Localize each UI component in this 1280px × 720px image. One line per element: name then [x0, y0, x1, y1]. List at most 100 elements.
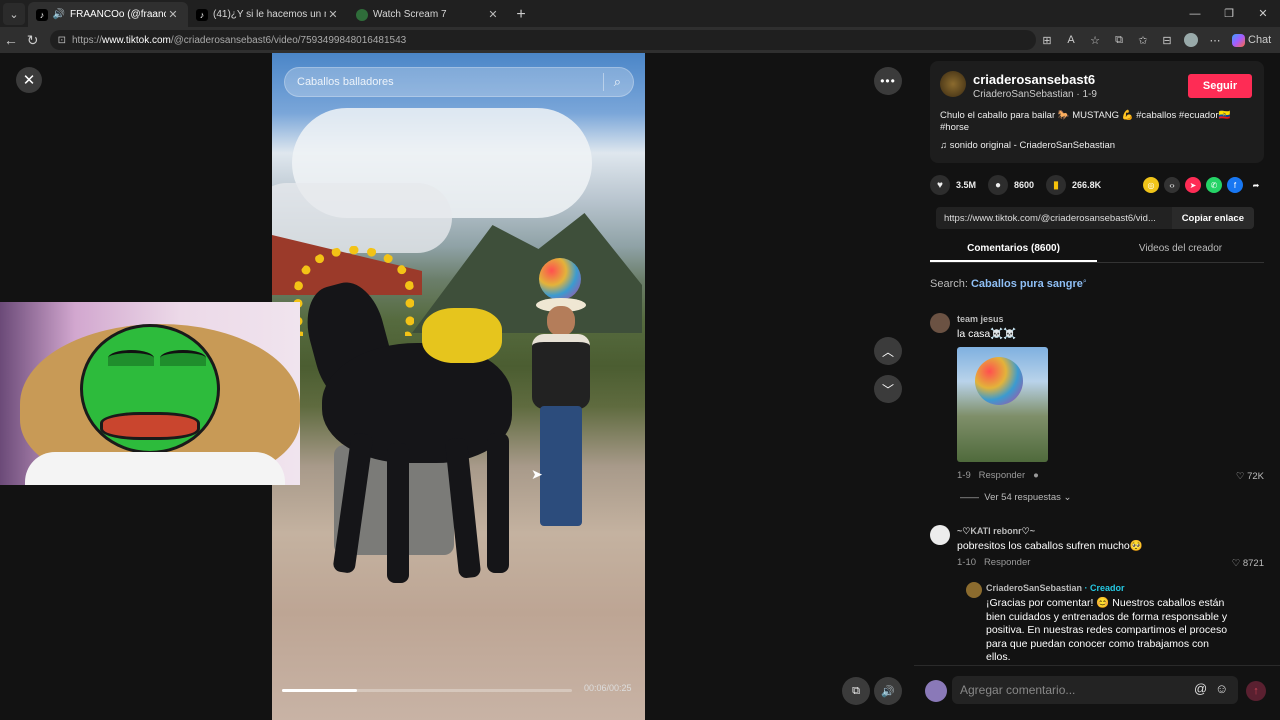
tab-creator-videos[interactable]: Videos del creador — [1097, 237, 1264, 262]
video-description: Chulo el caballo para bailar 🐎 MUSTANG 💪… — [940, 110, 1231, 133]
reply-username[interactable]: CriaderoSanSebastian · Creador — [986, 583, 1125, 593]
comment-button[interactable]: ● 8600 — [988, 175, 1034, 195]
like-button[interactable]: ♥ 3.5M — [930, 175, 976, 195]
share-icons: ◎ ‹› ➤ ✆ f ➦ — [1143, 177, 1264, 193]
send-button[interactable]: ↑ — [1246, 681, 1266, 701]
reply-user: CriaderoSanSebastian — [986, 583, 1083, 593]
video-progress-fill — [282, 689, 358, 692]
coin-icon[interactable]: ◎ — [1143, 177, 1159, 193]
volume-icon[interactable]: 🔊 — [874, 677, 902, 705]
browser-tab-2[interactable]: ♪ (41)¿Y si le hacemos un manga? P ✕ — [188, 2, 348, 27]
close-icon[interactable]: ✕ — [486, 8, 500, 21]
favorites-icon[interactable]: ✩ — [1132, 34, 1154, 47]
send-icon[interactable]: ➤ — [1185, 177, 1201, 193]
mention-icon[interactable]: @ — [1194, 681, 1207, 696]
close-video-button[interactable]: ✕ — [16, 67, 42, 93]
extensions-icon[interactable]: ⧉ — [1108, 34, 1130, 47]
streamer-overlay — [0, 302, 300, 485]
reply-text: ¡Gracias por comentar! 😊 Nuestros caball… — [986, 597, 1228, 663]
back-button[interactable]: ← — [0, 32, 22, 48]
follow-button[interactable]: Seguir — [1188, 74, 1252, 98]
more-options-button[interactable]: ••• — [874, 67, 902, 95]
tab-actions-button[interactable]: ⌄ — [3, 3, 25, 25]
video-search-input[interactable]: Caballos balladores ⌕ — [284, 67, 634, 97]
comment-date: 1-10 — [957, 557, 977, 568]
browser-tab-3[interactable]: Watch Scream 7 ✕ — [348, 2, 508, 27]
chevron-down-icon: ⌄ — [1063, 492, 1072, 503]
comment-like-button[interactable]: ♡ 8721 — [1232, 558, 1264, 569]
copy-link-button[interactable]: Copiar enlace — [1171, 207, 1254, 229]
comment-text: la casa☠️☠️ — [957, 328, 1017, 340]
browser-toolbar: ← ↻ ⊡ https://www.tiktok.com/@criaderosa… — [0, 27, 1280, 53]
save-button[interactable]: ▮ 266.8K — [1046, 175, 1101, 195]
engagement-bar: ♥ 3.5M ● 8600 ▮ 266.8K ◎ ‹› ➤ ✆ f ➦ — [930, 174, 1264, 196]
search-icon[interactable]: ⌕ — [614, 74, 621, 90]
panel-tabs: Comentarios (8600) Videos del creador — [930, 237, 1264, 263]
avatar[interactable] — [966, 582, 982, 598]
profile-avatar[interactable] — [1184, 33, 1198, 47]
view-replies-label: Ver 54 respuestas — [984, 492, 1061, 503]
creator-display: CriaderoSanSebastian · 1-9 — [973, 89, 1097, 100]
collections-icon[interactable]: ⊟ — [1156, 34, 1178, 47]
video-frame[interactable]: Caballos balladores ⌕ 00:06/00:25 — [272, 53, 645, 720]
avatar[interactable] — [930, 525, 950, 545]
video-info-card: criaderosansebast6 CriaderoSanSebastian … — [930, 61, 1264, 163]
search-suggestion[interactable]: Search: Caballos pura sangre⌕ — [930, 278, 1087, 290]
creator-username[interactable]: criaderosansebast6 — [973, 72, 1095, 87]
minimize-button[interactable]: — — [1178, 0, 1212, 27]
more-icon[interactable]: ⋯ — [1204, 34, 1226, 47]
next-video-button[interactable]: ﹀ — [874, 375, 902, 403]
close-icon[interactable]: ✕ — [166, 8, 180, 21]
new-tab-button[interactable]: + — [508, 2, 534, 27]
video-player-area: ✕ Caballos balladores ⌕ 00:06/00:25 ••• … — [0, 53, 914, 720]
tab-comments[interactable]: Comentarios (8600) — [930, 237, 1097, 262]
view-replies-button[interactable]: —— Ver 54 respuestas ⌄ — [960, 492, 1071, 503]
close-icon[interactable]: ✕ — [326, 8, 340, 21]
avatar[interactable] — [940, 71, 966, 97]
video-link[interactable]: https://www.tiktok.com/@criaderosansebas… — [936, 213, 1172, 224]
speaker-icon: 🔊 — [52, 9, 66, 20]
share-icon[interactable]: ➦ — [1248, 177, 1264, 193]
emoji-icon[interactable]: ☺ — [1215, 681, 1228, 696]
bookmark-icon: ▮ — [1046, 175, 1067, 195]
url-prefix: https:// — [71, 34, 102, 46]
comment-username[interactable]: ~♡KATI rebonr♡~ — [957, 526, 1035, 537]
video-person — [530, 298, 592, 528]
reply-button[interactable]: Responder — [984, 557, 1030, 568]
comment-meta: 1-10 Responder — [957, 557, 1030, 568]
sound-link[interactable]: ♫ sonido original - CriaderoSanSebastian — [940, 140, 1115, 151]
reply-button[interactable]: Responder — [979, 470, 1025, 481]
whatsapp-icon[interactable]: ✆ — [1206, 177, 1222, 193]
address-bar[interactable]: ⊡ https://www.tiktok.com/@criaderosanseb… — [49, 30, 1036, 50]
facebook-icon[interactable]: f — [1227, 177, 1243, 193]
avatar — [925, 680, 947, 702]
comment-item: ~♡KATI rebonr♡~ pobresitos los caballos … — [930, 525, 1264, 575]
heart-icon: ♡ — [1235, 471, 1245, 482]
video-timecode: 00:06/00:25 — [584, 683, 632, 693]
comment-like-button[interactable]: ♡ 72K — [1236, 471, 1264, 482]
comment-image[interactable] — [957, 347, 1048, 462]
avatar[interactable] — [930, 313, 950, 333]
mouse-cursor-icon: ➤ — [531, 466, 543, 482]
pip-icon[interactable]: ⧉ — [842, 677, 870, 705]
embed-icon[interactable]: ‹› — [1164, 177, 1180, 193]
translate-icon[interactable]: A — [1060, 34, 1082, 46]
tiktok-icon: ♪ — [196, 8, 208, 21]
tab-title: FRAANCOo (@fraancoclips) | — [70, 9, 166, 20]
previous-video-button[interactable]: ︿ — [874, 337, 902, 365]
video-progress-bar[interactable] — [282, 689, 572, 692]
comment-meta: 1-9 Responder ● — [957, 470, 1039, 481]
like-count: 3.5M — [956, 180, 977, 190]
refresh-button[interactable]: ↻ — [22, 32, 44, 49]
apps-icon[interactable]: ⊞ — [1036, 34, 1058, 47]
favorite-star-icon[interactable]: ☆ — [1084, 34, 1106, 47]
copilot-button[interactable]: Chat — [1228, 33, 1274, 47]
divider: —— — [960, 492, 979, 503]
comment-like-count: 8721 — [1242, 558, 1264, 569]
comment-composer: Agregar comentario... @ ☺ ↑ — [914, 665, 1280, 720]
tab-title: (41)¿Y si le hacemos un manga? P — [213, 9, 326, 20]
comment-username[interactable]: team jesus — [957, 314, 1004, 324]
restore-button[interactable]: ❐ — [1212, 0, 1246, 27]
close-window-button[interactable]: ✕ — [1246, 0, 1280, 27]
browser-tab-1[interactable]: ♪ 🔊 FRAANCOo (@fraancoclips) | ✕ — [28, 2, 188, 27]
